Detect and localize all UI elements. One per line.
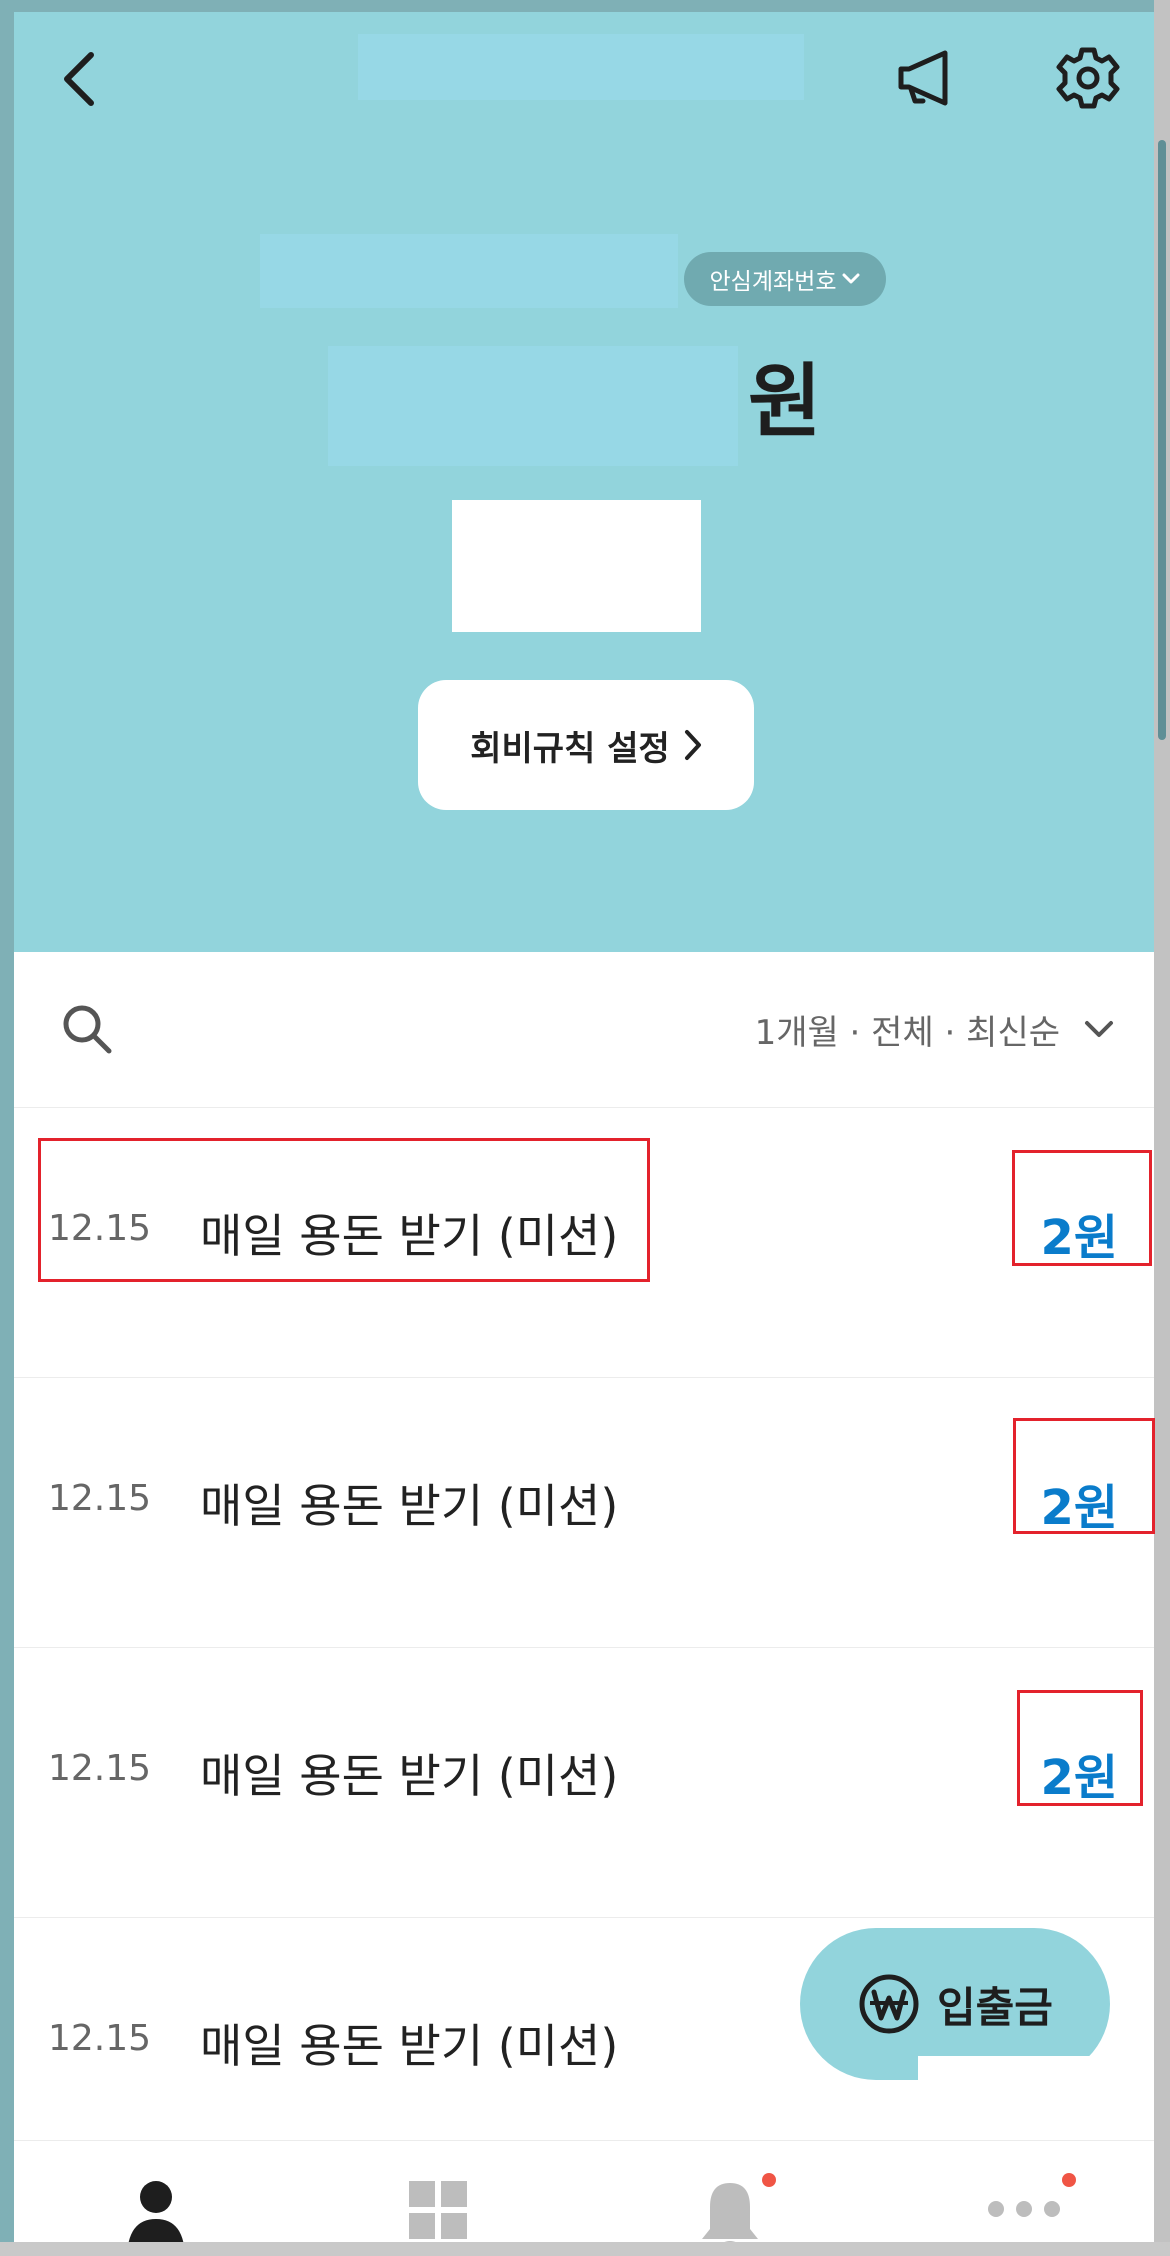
fee-rules-button[interactable]: 회비규칙 설정 [418,680,754,810]
chevron-right-icon [684,730,701,760]
chevron-down-icon [1085,1021,1113,1037]
filter-bar: 1개월 · 전체 · 최신순 [14,952,1154,1108]
transaction-row[interactable]: 12.15 매일 용돈 받기 (미션) 2원 [14,1648,1154,1918]
transaction-title: 매일 용돈 받기 (미션) [200,1749,619,1803]
redacted-account-name [260,234,678,308]
transaction-row[interactable]: 12.15 매일 용돈 받기 (미션) 2원 [14,1378,1155,1648]
announcement-button[interactable] [882,32,970,124]
filter-label: 1개월 · 전체 · 최신순 [754,1012,1060,1053]
filter-dropdown[interactable]: 1개월 · 전체 · 최신순 [755,994,1114,1064]
transaction-title: 매일 용돈 받기 (미션) [200,2019,619,2073]
megaphone-icon [898,50,948,106]
search-icon [63,1005,112,1054]
chevron-left-icon [64,52,94,106]
transaction-title: 매일 용돈 받기 (미션) [200,1479,619,1533]
currency-unit: 원 [748,355,822,448]
window-edge-top [0,0,1170,12]
account-header: 안심계좌번호 원 회비규칙 설정 [14,12,1154,952]
window-edge-left [0,0,14,2256]
redacted-box [452,500,701,632]
transaction-date: 12.15 [48,1748,152,1789]
settings-button[interactable] [1044,32,1132,124]
window-edge-bottom [0,2242,1170,2256]
search-button[interactable] [56,998,118,1060]
deposit-withdraw-label: 입출금 [937,1982,1053,2032]
bottom-tab-bar [14,2140,1154,2256]
more-icon [988,2201,1060,2217]
transaction-date: 12.15 [48,2018,152,2059]
fab-underlay [918,2056,1108,2096]
redacted-title [358,34,804,100]
app-screen: 안심계좌번호 원 회비규칙 설정 1개월 · 전체 · 최신순 12.15 매일… [0,0,1170,2256]
highlight-box [1013,1418,1155,1534]
notification-badge [762,2173,776,2187]
fee-rules-label: 회비규칙 설정 [470,728,670,769]
highlight-box [1012,1150,1152,1266]
won-coin-icon [859,1974,919,2034]
back-button[interactable] [44,34,114,124]
chevron-down-icon [842,273,860,284]
safe-account-label: 안심계좌번호 [709,269,837,295]
safe-account-button[interactable]: 안심계좌번호 [684,252,886,306]
grid-icon [409,2181,467,2239]
transaction-date: 12.15 [48,1478,152,1519]
scrollbar[interactable] [1158,140,1166,740]
highlight-box [1017,1690,1143,1806]
more-badge [1062,2173,1076,2187]
highlight-box [38,1138,650,1282]
transaction-row[interactable]: 12.15 매일 용돈 받기 (미션) 2원 [14,1108,1154,1378]
gear-icon [1056,47,1120,109]
redacted-balance [328,346,738,466]
